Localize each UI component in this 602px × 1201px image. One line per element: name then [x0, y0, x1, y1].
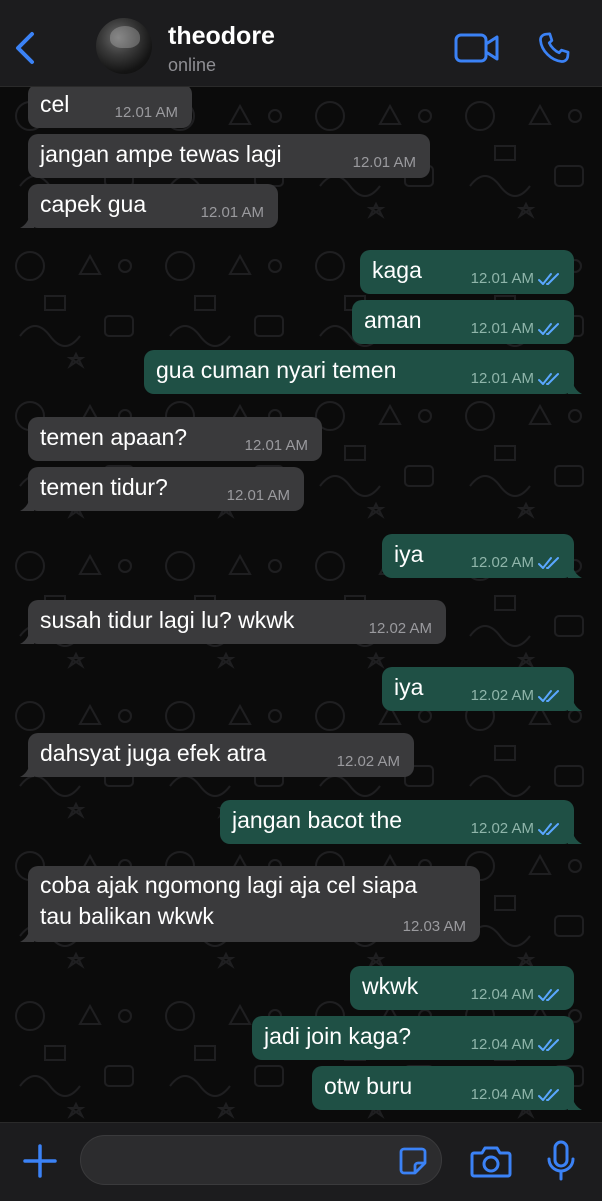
camera-button[interactable]: [470, 1143, 512, 1179]
message-text: iya: [394, 541, 424, 567]
message-text: coba ajak ngomong lagi aja cel siapa tau…: [40, 872, 418, 929]
read-receipt-icon: [538, 323, 559, 335]
message-text: aman: [364, 307, 422, 333]
attach-button[interactable]: [22, 1143, 58, 1179]
message-text: temen apaan?: [40, 424, 188, 450]
message-bubble[interactable]: capek gua 12.01 AM: [20, 184, 278, 228]
message-time: 12.02 AM: [336, 753, 400, 770]
plus-icon: [23, 1144, 57, 1178]
message-time: 12.01 AM: [352, 154, 416, 171]
message-text: susah tidur lagi lu? wkwk: [40, 607, 295, 633]
message-bubble[interactable]: wkwk 12.04 AM: [350, 966, 574, 1010]
bubble-tail: [20, 763, 34, 777]
message-bubble[interactable]: iya 12.02 AM: [382, 667, 582, 711]
bubble-tail: [568, 564, 582, 578]
message-text: otw buru: [324, 1073, 413, 1099]
phone-icon: [539, 32, 570, 63]
message-bubble[interactable]: cel 12.01 AM: [28, 86, 192, 128]
message-time: 12.04 AM: [470, 1036, 534, 1053]
back-button[interactable]: [10, 28, 40, 68]
message-list[interactable]: cel 12.01 AM jangan ampe tewas lagi 12.0…: [0, 86, 602, 1122]
message-time: 12.01 AM: [470, 370, 534, 387]
message-text: jangan bacot the: [232, 807, 403, 833]
sticker-button[interactable]: [398, 1146, 428, 1176]
voice-call-button[interactable]: [536, 30, 572, 66]
message-text: cel: [40, 91, 70, 117]
read-receipt-icon: [538, 989, 559, 1001]
message-time: 12.01 AM: [470, 270, 534, 287]
message-bubble[interactable]: jangan ampe tewas lagi 12.01 AM: [28, 134, 430, 178]
message-time: 12.01 AM: [226, 487, 290, 504]
voice-message-button[interactable]: [544, 1139, 578, 1183]
read-receipt-icon: [538, 1089, 559, 1101]
message-time: 12.04 AM: [470, 1086, 534, 1103]
contact-status: online: [168, 55, 217, 75]
read-receipt-icon: [538, 273, 559, 285]
message-text: gua cuman nyari temen: [156, 357, 397, 383]
message-input[interactable]: [80, 1135, 442, 1185]
message-bubble[interactable]: temen apaan? 12.01 AM: [28, 417, 322, 461]
message-text: temen tidur?: [40, 474, 168, 500]
message-time: 12.04 AM: [470, 986, 534, 1003]
bubble-tail: [20, 214, 34, 228]
message-text: kaga: [372, 257, 422, 283]
message-text: jangan ampe tewas lagi: [40, 141, 282, 167]
read-receipt-icon: [538, 823, 559, 835]
message-time: 12.02 AM: [470, 820, 534, 837]
message-bubble[interactable]: iya 12.02 AM: [382, 534, 582, 578]
message-text: wkwk: [362, 973, 419, 999]
message-time: 12.03 AM: [402, 918, 466, 935]
message-time: 12.01 AM: [114, 104, 178, 121]
message-bubble[interactable]: susah tidur lagi lu? wkwk 12.02 AM: [20, 600, 446, 644]
message-bubble[interactable]: coba ajak ngomong lagi aja cel siapa tau…: [20, 866, 480, 942]
message-bubble[interactable]: dahsyat juga efek atra 12.02 AM: [20, 733, 414, 777]
message-time: 12.01 AM: [244, 437, 308, 454]
video-camera-icon: [454, 33, 499, 63]
message-bubble[interactable]: temen tidur? 12.01 AM: [20, 467, 304, 511]
avatar[interactable]: [96, 18, 152, 74]
composer-bar: [0, 1122, 602, 1201]
read-receipt-icon: [538, 373, 559, 385]
message-time: 12.01 AM: [470, 320, 534, 337]
message-text: capek gua: [40, 191, 147, 217]
message-time: 12.02 AM: [470, 554, 534, 571]
chat-header: theodore online: [0, 0, 602, 87]
bubble-tail: [568, 830, 582, 844]
video-call-button[interactable]: [454, 32, 500, 64]
camera-icon: [470, 1146, 512, 1178]
message-text: iya: [394, 674, 424, 700]
message-bubble[interactable]: kaga 12.01 AM: [360, 250, 574, 294]
bubble-tail: [20, 630, 34, 644]
bubble-tail: [20, 497, 34, 511]
bubble-tail: [568, 380, 582, 394]
message-time: 12.02 AM: [368, 620, 432, 637]
bubble-tail: [20, 928, 34, 942]
back-chevron-icon: [16, 32, 34, 64]
message-text: dahsyat juga efek atra: [40, 740, 267, 766]
bubble-tail: [568, 697, 582, 711]
message-bubble[interactable]: jadi join kaga? 12.04 AM: [252, 1016, 574, 1060]
message-bubble[interactable]: jangan bacot the 12.02 AM: [220, 800, 582, 844]
message-time: 12.02 AM: [470, 687, 534, 704]
microphone-icon: [547, 1140, 575, 1181]
message-time: 12.01 AM: [200, 204, 264, 221]
message-bubble[interactable]: otw buru 12.04 AM: [312, 1066, 582, 1110]
read-receipt-icon: [538, 557, 559, 569]
sticker-icon: [399, 1147, 427, 1175]
bubble-tail: [568, 1096, 582, 1110]
message-text: jadi join kaga?: [264, 1023, 412, 1049]
message-bubble[interactable]: gua cuman nyari temen 12.01 AM: [144, 350, 582, 394]
read-receipt-icon: [538, 690, 559, 702]
contact-name[interactable]: theodore: [168, 22, 275, 51]
read-receipt-icon: [538, 1039, 559, 1051]
message-bubble[interactable]: aman 12.01 AM: [352, 300, 574, 344]
